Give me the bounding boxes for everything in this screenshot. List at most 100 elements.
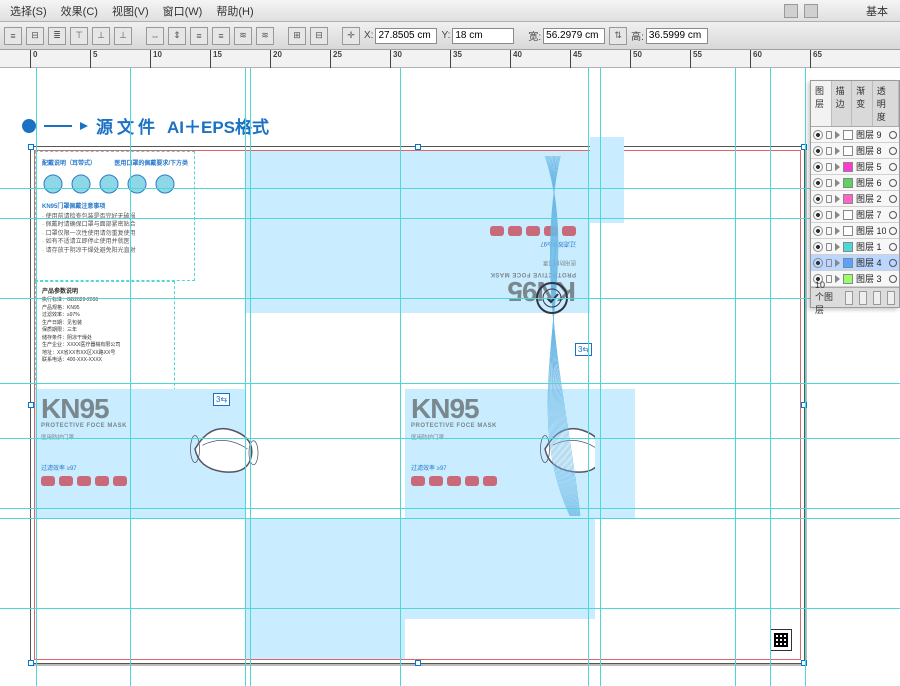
- guide-v[interactable]: [250, 68, 251, 686]
- visibility-toggle[interactable]: [813, 258, 823, 268]
- sel-handle[interactable]: [28, 660, 34, 666]
- expand-icon[interactable]: [835, 227, 840, 235]
- dist-sh-icon[interactable]: ≡: [190, 27, 208, 45]
- visibility-toggle[interactable]: [813, 242, 823, 252]
- expand-icon[interactable]: [835, 179, 840, 187]
- visibility-toggle[interactable]: [813, 162, 823, 172]
- lock-toggle[interactable]: [826, 243, 832, 251]
- w-input[interactable]: [543, 28, 605, 44]
- guide-h[interactable]: [0, 218, 900, 219]
- guide-h[interactable]: [0, 608, 900, 609]
- align-v-icon[interactable]: ⊥: [92, 27, 110, 45]
- target-icon[interactable]: [889, 131, 897, 139]
- layer-row[interactable]: 图层 1: [811, 239, 899, 255]
- sel-handle[interactable]: [801, 660, 807, 666]
- target-icon[interactable]: [889, 243, 897, 251]
- sel-handle[interactable]: [801, 144, 807, 150]
- opt-a-icon[interactable]: ⊞: [288, 27, 306, 45]
- lock-toggle[interactable]: [826, 179, 832, 187]
- guide-v[interactable]: [245, 68, 246, 686]
- lock-toggle[interactable]: [826, 147, 832, 155]
- artboard[interactable]: KN95 PROTECTIVE FOCE MASK 医用防护门罩 过滤效率 ≥9…: [30, 146, 805, 664]
- align-left-icon[interactable]: ≡: [4, 27, 22, 45]
- sel-handle[interactable]: [415, 660, 421, 666]
- panel-top-left[interactable]: [245, 151, 405, 223]
- doc-grid-icon[interactable]: [804, 4, 818, 18]
- panel-top-right[interactable]: [405, 151, 590, 223]
- target-icon[interactable]: [889, 227, 897, 235]
- layer-row[interactable]: 图层 7: [811, 207, 899, 223]
- layer-row[interactable]: 图层 8: [811, 143, 899, 159]
- panel-flap-left[interactable]: [245, 223, 405, 313]
- layer-row[interactable]: 图层 4: [811, 255, 899, 271]
- visibility-toggle[interactable]: [813, 130, 823, 140]
- layer-row[interactable]: 图层 5: [811, 159, 899, 175]
- layer-new-sub-button[interactable]: [873, 291, 881, 305]
- guide-h[interactable]: [0, 518, 900, 519]
- align-h-icon[interactable]: ⊟: [26, 27, 44, 45]
- tab-stroke[interactable]: 描边: [832, 81, 853, 126]
- layers-panel[interactable]: 图层 描边 渐变 透明度 图层 9 图层 8 图层 5 图层 6 图层 2 图层…: [810, 80, 900, 308]
- panel-top-tab-ext[interactable]: [590, 137, 624, 151]
- panel-top-tab[interactable]: [590, 151, 624, 223]
- lock-toggle[interactable]: [826, 131, 832, 139]
- guide-v[interactable]: [400, 68, 401, 686]
- layer-row[interactable]: 图层 10: [811, 223, 899, 239]
- layer-new-button[interactable]: [859, 291, 867, 305]
- dist-v-icon[interactable]: ⇕: [168, 27, 186, 45]
- tab-layers[interactable]: 图层: [811, 81, 832, 126]
- y-input[interactable]: [452, 28, 514, 44]
- target-icon[interactable]: [889, 211, 897, 219]
- sel-handle[interactable]: [28, 402, 34, 408]
- target-icon[interactable]: [889, 179, 897, 187]
- opt-b-icon[interactable]: ⊟: [310, 27, 328, 45]
- guide-v[interactable]: [770, 68, 771, 686]
- guide-v[interactable]: [600, 68, 601, 686]
- h-input[interactable]: [646, 28, 708, 44]
- dist-b-icon[interactable]: ≋: [256, 27, 274, 45]
- expand-icon[interactable]: [835, 259, 840, 267]
- guide-v[interactable]: [36, 68, 37, 686]
- visibility-toggle[interactable]: [813, 210, 823, 220]
- panel-bottom-ext[interactable]: [245, 619, 405, 659]
- target-icon[interactable]: [889, 163, 897, 171]
- target-icon[interactable]: [889, 275, 897, 283]
- dist-a-icon[interactable]: ≋: [234, 27, 252, 45]
- expand-icon[interactable]: [835, 131, 840, 139]
- expand-icon[interactable]: [835, 243, 840, 251]
- tab-gradient[interactable]: 渐变: [852, 81, 873, 126]
- panel-main-3[interactable]: KN95 PROTECTIVE FOCE MASK 医用防护门罩 过滤效率 ≥9…: [405, 389, 595, 519]
- lock-toggle[interactable]: [826, 211, 832, 219]
- doc-icon[interactable]: [784, 4, 798, 18]
- align-bot-icon[interactable]: ⊥: [114, 27, 132, 45]
- guide-h[interactable]: [0, 383, 900, 384]
- x-input[interactable]: [375, 28, 437, 44]
- guide-v[interactable]: [130, 68, 131, 686]
- visibility-toggle[interactable]: [813, 194, 823, 204]
- expand-icon[interactable]: [835, 195, 840, 203]
- menu-select[interactable]: 选择(S): [4, 1, 53, 21]
- layer-row[interactable]: 图层 6: [811, 175, 899, 191]
- expand-icon[interactable]: [835, 163, 840, 171]
- sel-handle[interactable]: [801, 402, 807, 408]
- guide-h[interactable]: [0, 508, 900, 509]
- menu-effect[interactable]: 效果(C): [55, 1, 104, 21]
- tab-opacity[interactable]: 透明度: [873, 81, 899, 126]
- guide-v[interactable]: [805, 68, 806, 686]
- link-wh-icon[interactable]: ⇅: [609, 27, 627, 45]
- target-icon[interactable]: [889, 259, 897, 267]
- expand-icon[interactable]: [835, 211, 840, 219]
- guide-h[interactable]: [0, 298, 900, 299]
- target-icon[interactable]: [889, 147, 897, 155]
- visibility-toggle[interactable]: [813, 226, 823, 236]
- layer-row[interactable]: 图层 2: [811, 191, 899, 207]
- layer-locate-button[interactable]: [845, 291, 853, 305]
- guide-v[interactable]: [735, 68, 736, 686]
- visibility-toggle[interactable]: [813, 146, 823, 156]
- dist-h-icon[interactable]: ⇔: [146, 27, 164, 45]
- menu-view[interactable]: 视图(V): [106, 1, 155, 21]
- lock-toggle[interactable]: [826, 259, 832, 267]
- menu-help[interactable]: 帮助(H): [210, 1, 259, 21]
- panel-bottom-left[interactable]: [245, 519, 405, 619]
- lock-toggle[interactable]: [826, 163, 832, 171]
